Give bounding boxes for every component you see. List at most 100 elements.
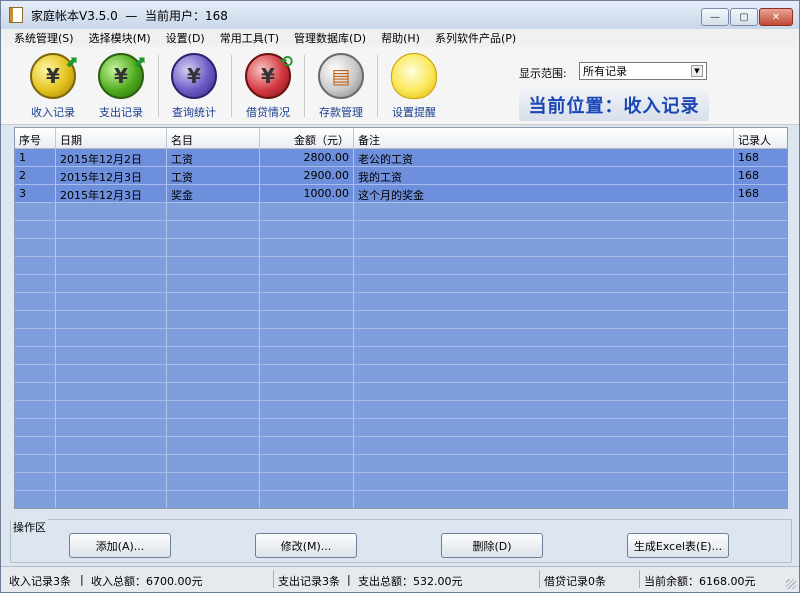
empty-cell	[354, 221, 734, 239]
toolbar-label: 借贷情况	[246, 106, 290, 119]
empty-cell	[260, 239, 354, 257]
chevron-down-icon[interactable]: ▼	[691, 65, 703, 77]
empty-cell	[354, 365, 734, 383]
empty-cell	[56, 401, 167, 419]
empty-cell	[734, 311, 787, 329]
empty-cell	[354, 275, 734, 293]
empty-cell	[167, 329, 260, 347]
table-row[interactable]: 1 2015年12月2日 工资 2800.00 老公的工资 168	[15, 149, 787, 167]
empty-cell	[734, 329, 787, 347]
menu-products[interactable]: 系列软件产品(P)	[428, 30, 523, 46]
empty-cell	[56, 491, 167, 508]
add-button[interactable]: 添加(A)...	[69, 533, 171, 558]
empty-cell	[260, 365, 354, 383]
cell-item: 奖金	[167, 185, 260, 203]
yuan-glyph: ¥	[114, 64, 128, 88]
column-header-item[interactable]: 名目	[167, 128, 260, 149]
status-income-total: 收入总额：6700.00元	[91, 575, 203, 588]
empty-cell	[354, 383, 734, 401]
cell-recorder: 168	[738, 187, 759, 200]
status-expense-count: 支出记录3条	[278, 575, 340, 588]
toolbar-expense-button[interactable]: ¥ ⬈ 支出记录	[89, 49, 153, 121]
table-row[interactable]: 3 2015年12月3日 奖金 1000.00 这个月的奖金 168	[15, 185, 787, 203]
menu-help[interactable]: 帮助(H)	[374, 30, 427, 46]
column-header-note[interactable]: 备注	[354, 128, 734, 149]
export-excel-button[interactable]: 生成Excel表(E)...	[627, 533, 729, 558]
column-header-recorder[interactable]: 记录人	[734, 128, 787, 149]
column-header-index[interactable]: 序号	[15, 128, 56, 149]
empty-cell	[56, 437, 167, 455]
close-button[interactable]: ✕	[759, 8, 793, 26]
empty-cell	[734, 221, 787, 239]
empty-cell	[734, 491, 787, 508]
delete-button[interactable]: 删除(D)	[441, 533, 543, 558]
cell-index: 1	[15, 149, 56, 167]
empty-cell	[260, 257, 354, 275]
column-header-date[interactable]: 日期	[56, 128, 167, 149]
empty-cell	[167, 437, 260, 455]
operation-area: 操作区 添加(A)... 修改(M)... 删除(D) 生成Excel表(E).…	[10, 519, 792, 563]
cell-index: 3	[15, 185, 56, 203]
empty-table-row	[15, 437, 787, 455]
empty-cell	[167, 257, 260, 275]
empty-cell	[56, 365, 167, 383]
resize-grip[interactable]	[786, 579, 796, 589]
menu-tools[interactable]: 常用工具(T)	[213, 30, 286, 46]
empty-cell	[734, 419, 787, 437]
empty-table-row	[15, 221, 787, 239]
empty-cell	[56, 203, 167, 221]
empty-cell	[260, 401, 354, 419]
menu-database[interactable]: 管理数据库(D)	[287, 30, 373, 46]
toolbar-income-button[interactable]: ¥ ⬈ 收入记录	[21, 49, 85, 121]
toolbar: ¥ ⬈ 收入记录 ¥ ⬈ 支出记录 ¥ 查询统计 ¥ ⟲ 借贷情况 ▤ 存款管理…	[1, 47, 799, 125]
maximize-button[interactable]: ▢	[730, 8, 758, 26]
operation-area-title: 操作区	[11, 519, 48, 535]
empty-cell	[167, 365, 260, 383]
toolbar-query-button[interactable]: ¥ 查询统计	[162, 49, 226, 121]
toolbar-deposit-button[interactable]: ▤ 存款管理	[309, 49, 373, 121]
empty-cell	[15, 437, 56, 455]
expense-coin-icon: ¥ ⬈	[98, 52, 146, 99]
toolbar-reminder-button[interactable]: 设置提醒	[382, 49, 446, 121]
empty-cell	[734, 455, 787, 473]
toolbar-separator	[158, 55, 159, 117]
status-divider	[273, 570, 274, 588]
empty-cell	[354, 437, 734, 455]
empty-cell	[354, 491, 734, 508]
display-range-label: 显示范围:	[519, 67, 567, 80]
table-body: 1 2015年12月2日 工资 2800.00 老公的工资 168 2 2015…	[15, 149, 787, 508]
status-divider	[639, 570, 640, 588]
empty-cell	[56, 473, 167, 491]
query-stats-icon: ¥	[171, 53, 217, 99]
menu-system[interactable]: 系统管理(S)	[7, 30, 81, 46]
empty-cell	[15, 203, 56, 221]
table-header: 序号 日期 名目 金额（元） 备注 记录人	[15, 128, 787, 149]
title-bar[interactable]: 家庭帐本V3.5.0 — 当前用户：168 — ▢ ✕	[1, 1, 799, 29]
app-window: 家庭帐本V3.5.0 — 当前用户：168 — ▢ ✕ 系统管理(S) 选择模块…	[0, 0, 800, 593]
empty-table-row	[15, 293, 787, 311]
display-range-select[interactable]: 所有记录 ▼	[579, 62, 707, 80]
menu-settings[interactable]: 设置(D)	[159, 30, 212, 46]
empty-cell	[354, 419, 734, 437]
column-header-amount[interactable]: 金额（元）	[260, 128, 354, 149]
table-row[interactable]: 2 2015年12月3日 工资 2900.00 我的工资 168	[15, 167, 787, 185]
loan-coin-icon: ¥ ⟲	[245, 52, 293, 99]
empty-cell	[167, 455, 260, 473]
window-controls: — ▢ ✕	[701, 8, 793, 26]
empty-table-row	[15, 383, 787, 401]
cell-recorder: 168	[738, 151, 759, 164]
yuan-glyph: ¥	[46, 64, 60, 88]
empty-cell	[734, 275, 787, 293]
toolbar-label: 存款管理	[319, 106, 363, 119]
empty-cell	[260, 311, 354, 329]
edit-button[interactable]: 修改(M)...	[255, 533, 357, 558]
cell-date: 2015年12月3日	[56, 185, 167, 203]
toolbar-loan-button[interactable]: ¥ ⟲ 借贷情况	[236, 49, 300, 121]
minimize-button[interactable]: —	[701, 8, 729, 26]
empty-cell	[56, 275, 167, 293]
cell-note: 这个月的奖金	[354, 185, 734, 203]
toolbar-label: 设置提醒	[392, 106, 436, 119]
menu-select-module[interactable]: 选择模块(M)	[82, 30, 158, 46]
bankbook-glyph: ▤	[331, 64, 351, 88]
toolbar-separator	[377, 55, 378, 117]
